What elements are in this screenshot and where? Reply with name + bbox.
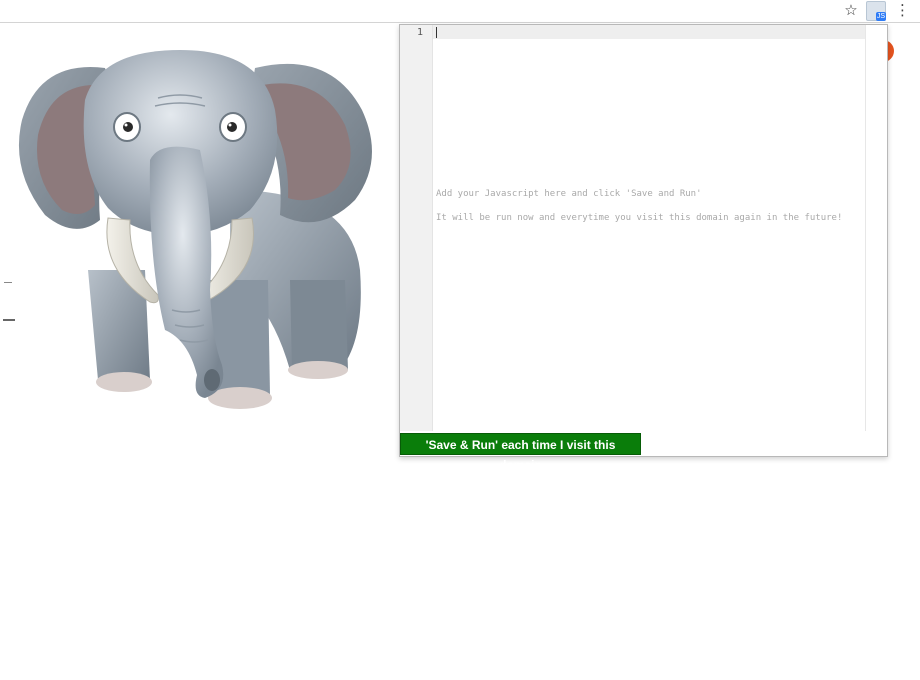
browser-menu-icon[interactable]: ⋮: [895, 2, 910, 18]
editor-hint-line-1: Add your Javascript here and click 'Save…: [436, 189, 702, 199]
bookmark-star-icon[interactable]: ☆: [843, 2, 859, 18]
save-and-run-button[interactable]: 'Save & Run' each time I visit this doma…: [400, 433, 641, 472]
editor-active-line[interactable]: [433, 25, 865, 39]
elephant-image: [18, 50, 372, 409]
extension-icon[interactable]: JS: [866, 1, 886, 21]
browser-toolbar: ☆ JS ⋮: [0, 0, 920, 23]
text-cursor: [436, 27, 437, 38]
extension-badge: JS: [875, 12, 886, 21]
editor-gutter: 1: [400, 25, 433, 431]
editor-print-margin: [865, 25, 866, 431]
script-editor-popup: 1 Add your Javascript here and click 'Sa…: [399, 24, 888, 472]
editor-hint-line-2: It will be run now and everytime you vis…: [436, 213, 843, 223]
line-number: 1: [416, 27, 423, 38]
